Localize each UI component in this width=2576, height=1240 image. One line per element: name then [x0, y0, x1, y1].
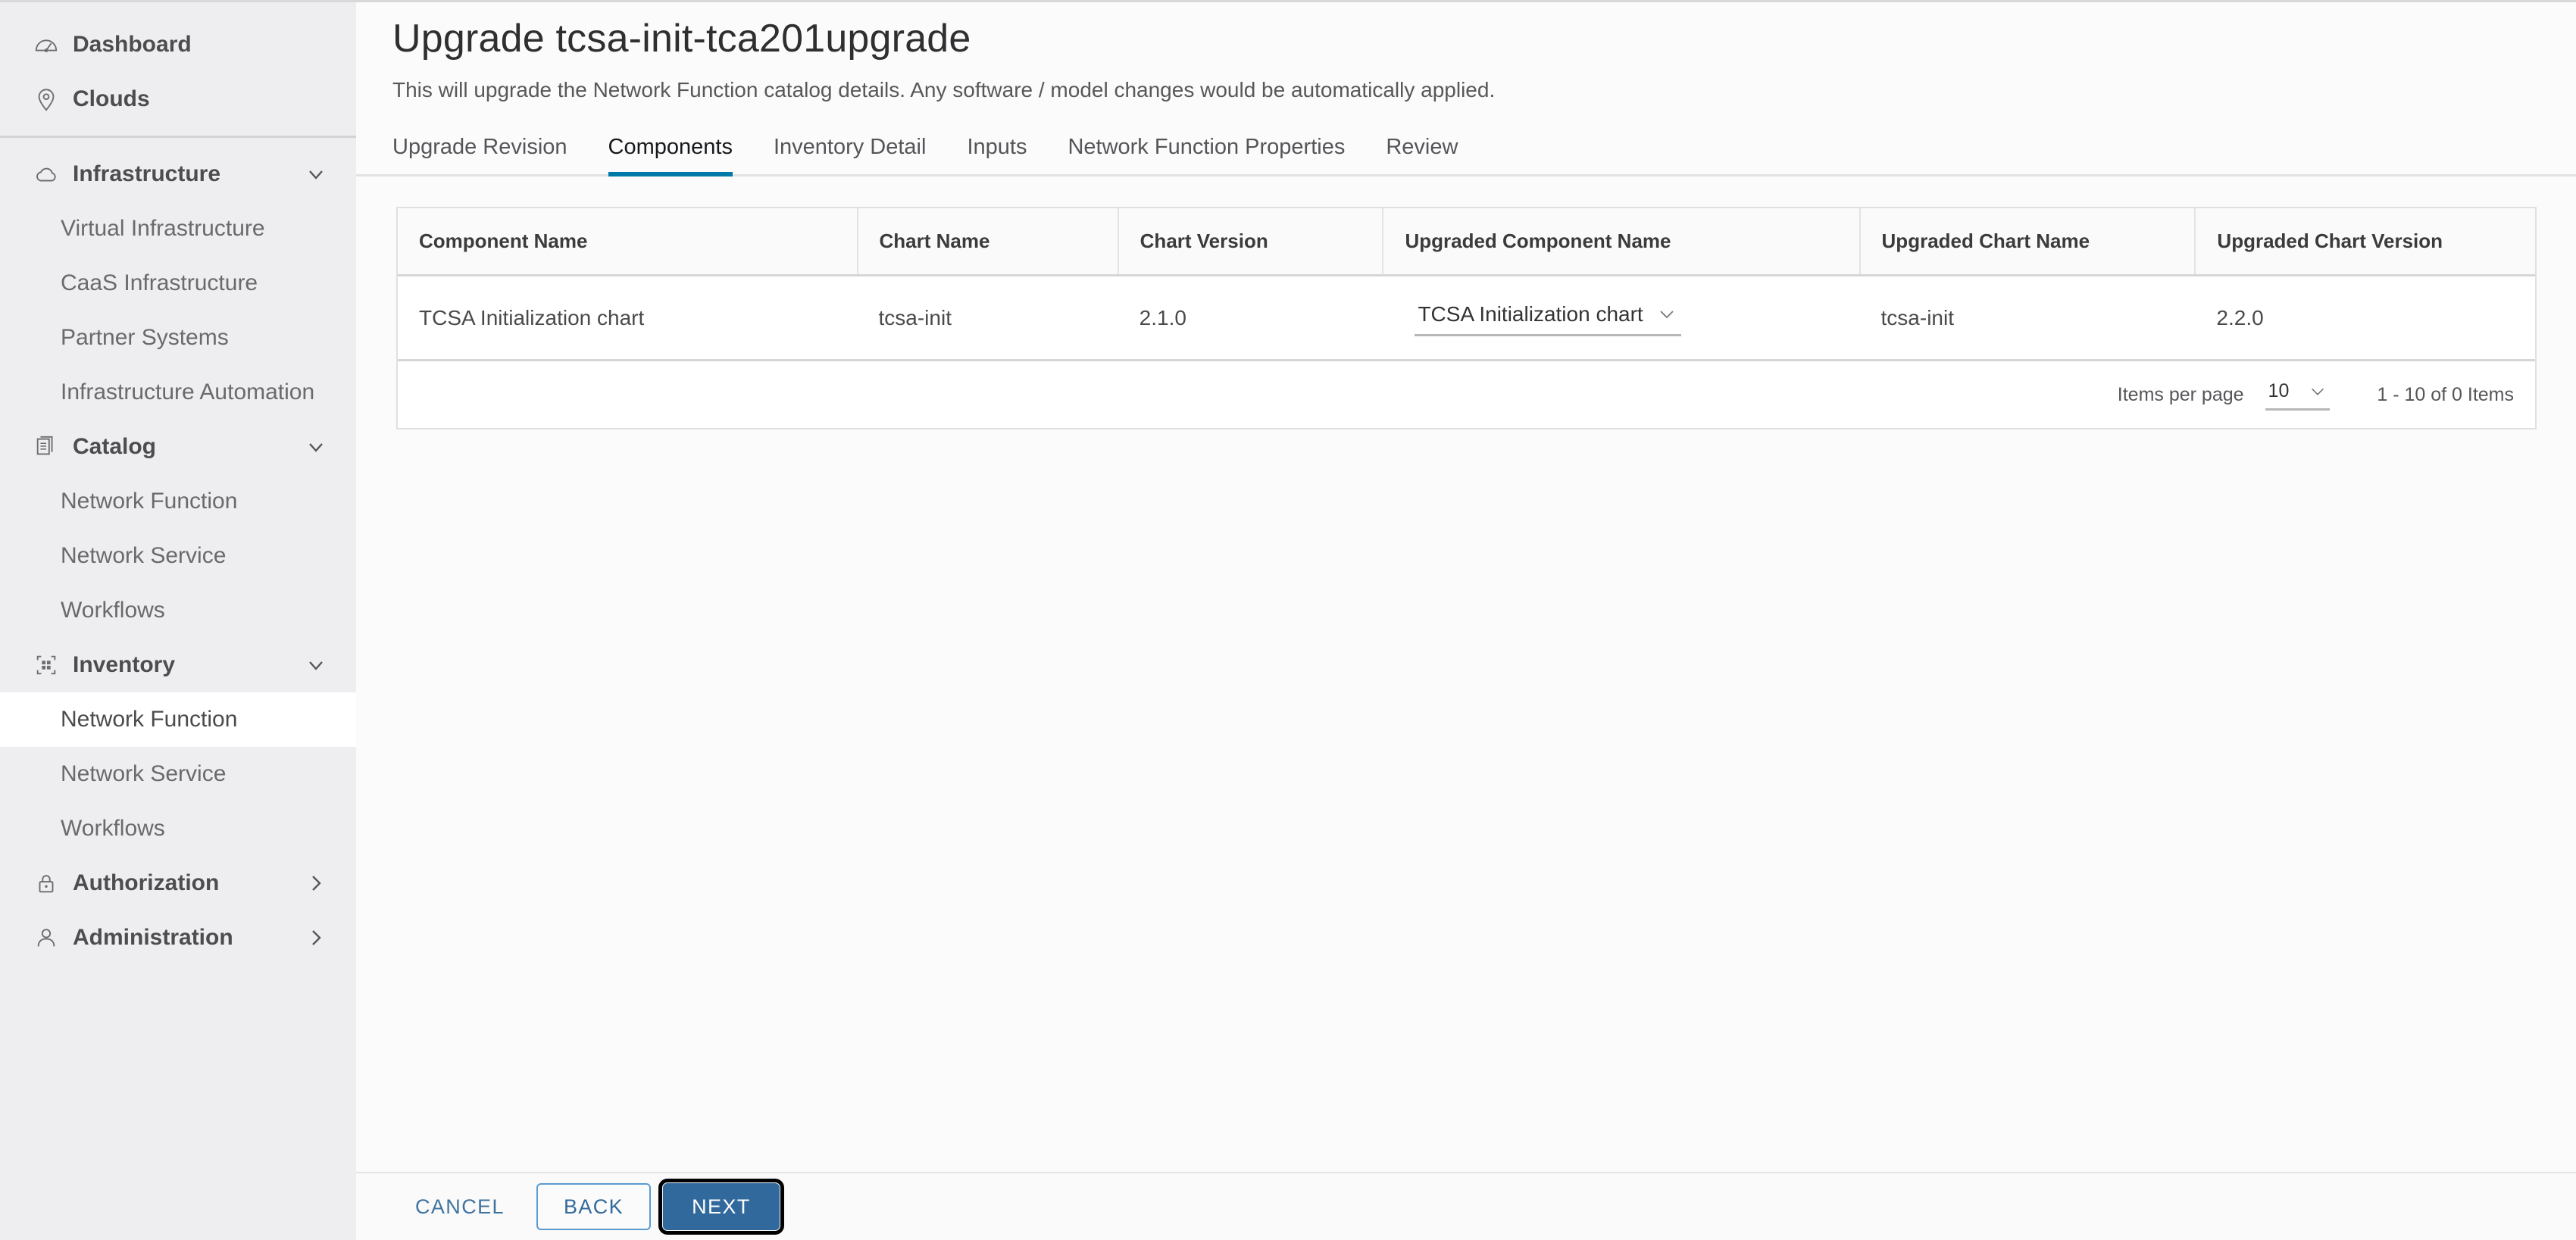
back-button[interactable]: BACK	[536, 1183, 652, 1230]
sidebar-item-label: Network Service	[61, 761, 227, 786]
sidebar-item-label: Workflows	[61, 598, 165, 623]
items-per-page-select[interactable]: 10	[2265, 379, 2331, 411]
page-title: Upgrade tcsa-init-tca201upgrade	[392, 17, 971, 61]
cell-upgraded-component-name: TCSA Initialization chart	[1383, 275, 1860, 361]
datagrid-footer: Items per page 10 1 - 10 of 0 Items	[398, 361, 2535, 428]
sidebar-section-administration[interactable]: Administration	[0, 910, 356, 965]
tab-inventory-detail[interactable]: Inventory Detail	[774, 135, 927, 176]
page-subtitle: This will upgrade the Network Function c…	[392, 78, 1496, 102]
items-per-page-label: Items per page	[2117, 383, 2244, 405]
cell-chart-version: 2.1.0	[1118, 275, 1383, 361]
chevron-down-icon	[1657, 305, 1677, 324]
chevron-right-icon[interactable]	[305, 872, 327, 895]
sidebar-section-label: Inventory	[73, 652, 176, 677]
sidebar: Dashboard Clouds Infrastructure Virtual …	[0, 0, 356, 1240]
tab-review[interactable]: Review	[1386, 135, 1458, 176]
chevron-down-icon[interactable]	[305, 654, 327, 676]
sidebar-item-infrastructure-automation[interactable]: Infrastructure Automation	[0, 365, 356, 420]
sidebar-item-virtual-infrastructure[interactable]: Virtual Infrastructure	[0, 201, 356, 256]
sidebar-item-label: Network Function	[61, 489, 238, 514]
sidebar-item-inventory-workflows[interactable]: Workflows	[0, 801, 356, 856]
wizard-footer: CANCEL BACK NEXT	[356, 1172, 2576, 1240]
column-header-chart-name: Chart Name	[857, 208, 1119, 276]
cell-component-name: TCSA Initialization chart	[398, 275, 858, 361]
column-header-upgraded-component-name: Upgraded Component Name	[1383, 208, 1861, 276]
main-area: Upgrade tcsa-init-tca201upgrade This wil…	[356, 0, 2576, 1240]
chevron-down-icon[interactable]	[305, 436, 327, 458]
tab-upgrade-revision[interactable]: Upgrade Revision	[392, 135, 567, 176]
cell-upgraded-chart-name: tcsa-init	[1859, 275, 2196, 361]
components-datagrid: Component Name Chart Name Chart Version …	[396, 207, 2537, 429]
chevron-down-icon[interactable]	[305, 163, 327, 186]
sidebar-section-label: Catalog	[73, 434, 157, 459]
cancel-button[interactable]: CANCEL	[392, 1183, 527, 1230]
upgraded-component-name-value: TCSA Initialization chart	[1418, 302, 1643, 326]
column-header-upgraded-chart-name: Upgraded Chart Name	[1859, 208, 2196, 276]
upgraded-component-name-select[interactable]: TCSA Initialization chart	[1415, 299, 1681, 336]
sidebar-item-inventory-network-function[interactable]: Network Function	[0, 692, 356, 747]
chevron-down-icon	[2309, 383, 2327, 401]
sidebar-section-label: Administration	[73, 925, 233, 950]
sidebar-item-label: Network Service	[61, 543, 227, 568]
sidebar-item-label: Network Function	[61, 707, 238, 732]
sidebar-item-label: Infrastructure Automation	[61, 379, 315, 404]
column-header-chart-version: Chart Version	[1118, 208, 1384, 276]
sidebar-section-authorization[interactable]: Authorization	[0, 856, 356, 910]
sidebar-item-catalog-network-service[interactable]: Network Service	[0, 529, 356, 583]
lock-icon	[32, 869, 61, 898]
cell-upgraded-chart-version: 2.2.0	[2195, 275, 2535, 361]
sidebar-sections-group: Infrastructure Virtual Infrastructure Ca…	[0, 138, 356, 974]
app-root: Dashboard Clouds Infrastructure Virtual …	[0, 0, 2576, 1240]
table-header-row: Component Name Chart Name Chart Version …	[398, 208, 2535, 276]
sidebar-item-label: Virtual Infrastructure	[61, 216, 265, 241]
sidebar-item-clouds[interactable]: Clouds	[0, 72, 356, 126]
sidebar-item-label: CaaS Infrastructure	[61, 270, 258, 295]
sidebar-section-label: Authorization	[73, 870, 220, 895]
sidebar-section-inventory[interactable]: Inventory	[0, 638, 356, 692]
wizard-tabs: Upgrade Revision Components Inventory De…	[356, 126, 2576, 176]
sidebar-item-partner-systems[interactable]: Partner Systems	[0, 311, 356, 365]
sidebar-item-label: Partner Systems	[61, 325, 229, 350]
user-icon	[32, 923, 61, 952]
catalog-icon	[32, 433, 61, 461]
inventory-grid-icon	[32, 651, 61, 679]
cell-chart-name: tcsa-init	[857, 275, 1118, 361]
sidebar-item-label: Dashboard	[73, 32, 192, 57]
column-header-upgraded-chart-version: Upgraded Chart Version	[2195, 208, 2535, 276]
tab-components[interactable]: Components	[608, 135, 733, 176]
next-button[interactable]: NEXT	[658, 1179, 784, 1235]
sidebar-item-catalog-network-function[interactable]: Network Function	[0, 474, 356, 529]
dashboard-icon	[32, 30, 61, 59]
table-row: TCSA Initialization chart tcsa-init 2.1.…	[398, 275, 2535, 361]
sidebar-item-label: Clouds	[73, 86, 150, 111]
sidebar-item-dashboard[interactable]: Dashboard	[0, 17, 356, 72]
sidebar-item-caas-infrastructure[interactable]: CaaS Infrastructure	[0, 256, 356, 311]
chevron-right-icon[interactable]	[305, 926, 327, 949]
main-content: Upgrade tcsa-init-tca201upgrade This wil…	[356, 2, 2576, 1172]
sidebar-section-label: Infrastructure	[73, 161, 221, 186]
sidebar-item-catalog-workflows[interactable]: Workflows	[0, 583, 356, 638]
tab-network-function-properties[interactable]: Network Function Properties	[1068, 135, 1345, 176]
sidebar-primary-group: Dashboard Clouds	[0, 8, 356, 136]
items-per-page-value: 10	[2268, 380, 2290, 401]
sidebar-section-infrastructure[interactable]: Infrastructure	[0, 147, 356, 201]
sidebar-item-inventory-network-service[interactable]: Network Service	[0, 747, 356, 801]
tab-inputs[interactable]: Inputs	[967, 135, 1027, 176]
sidebar-section-catalog[interactable]: Catalog	[0, 420, 356, 474]
location-pin-icon	[32, 85, 61, 114]
pagination-range: 1 - 10 of 0 Items	[2377, 383, 2514, 405]
sidebar-item-label: Workflows	[61, 816, 165, 841]
column-header-component-name: Component Name	[398, 208, 858, 276]
cloud-icon	[32, 160, 61, 189]
